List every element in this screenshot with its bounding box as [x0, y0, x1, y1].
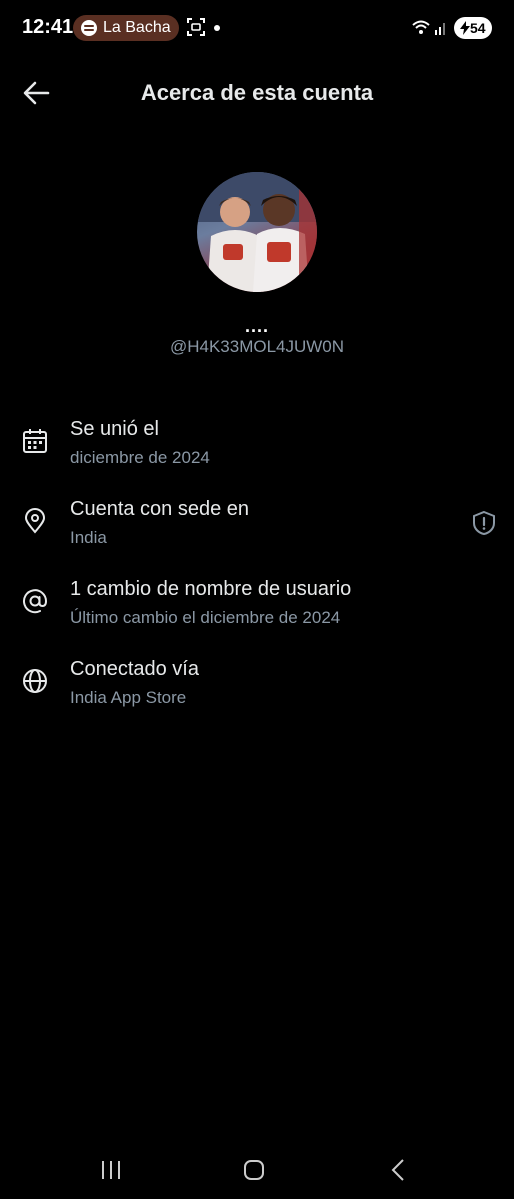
info-subtitle: India: [70, 528, 107, 547]
media-playing-chip[interactable]: La Bacha: [73, 15, 179, 41]
notification-dot: [214, 25, 220, 31]
info-joined: Se unió el diciembre de 2024: [0, 418, 514, 488]
screenshot-icon: [187, 18, 205, 36]
info-title: Se unió el: [70, 418, 159, 440]
system-navigation-bar: [0, 1140, 514, 1199]
recent-apps-icon[interactable]: [100, 1160, 122, 1180]
nav-back-icon[interactable]: [390, 1158, 406, 1182]
page-title: Acerca de esta cuenta: [140, 80, 374, 105]
avatar-image: [197, 172, 317, 292]
home-icon[interactable]: [243, 1159, 265, 1181]
info-title: 1 cambio de nombre de usuario: [70, 578, 352, 600]
avatar[interactable]: [197, 172, 317, 292]
info-title: Cuenta con sede en: [70, 498, 250, 520]
display-name: ....: [244, 316, 269, 336]
battery-indicator: 54: [454, 17, 492, 39]
wifi-icon: [412, 20, 430, 34]
info-subtitle: Último cambio el diciembre de 2024: [70, 608, 341, 627]
battery-level: 54: [470, 20, 486, 36]
app-header: Acerca de esta cuenta: [0, 60, 514, 124]
spotify-icon: [81, 20, 97, 36]
media-app-label: La Bacha: [103, 19, 171, 36]
info-username-changes: 1 cambio de nombre de usuario Último cam…: [0, 578, 514, 648]
at-sign-icon: [23, 589, 48, 614]
info-connected-via: Conectado vía India App Store: [0, 658, 514, 728]
calendar-icon: [23, 429, 47, 453]
info-title: Conectado vía: [70, 658, 199, 680]
username: @H4K33MOL4JUW0N: [169, 337, 345, 356]
status-bar: 12:41 La Bacha 54: [0, 0, 514, 56]
info-subtitle: India App Store: [70, 688, 187, 707]
location-pin-icon: [24, 508, 46, 534]
shield-alert-icon[interactable]: [472, 510, 496, 536]
signal-icon: [435, 23, 445, 35]
info-subtitle: diciembre de 2024: [70, 448, 210, 467]
info-location: Cuenta con sede en India: [0, 498, 514, 568]
globe-icon: [23, 669, 47, 693]
status-time: 12:41: [22, 16, 74, 38]
